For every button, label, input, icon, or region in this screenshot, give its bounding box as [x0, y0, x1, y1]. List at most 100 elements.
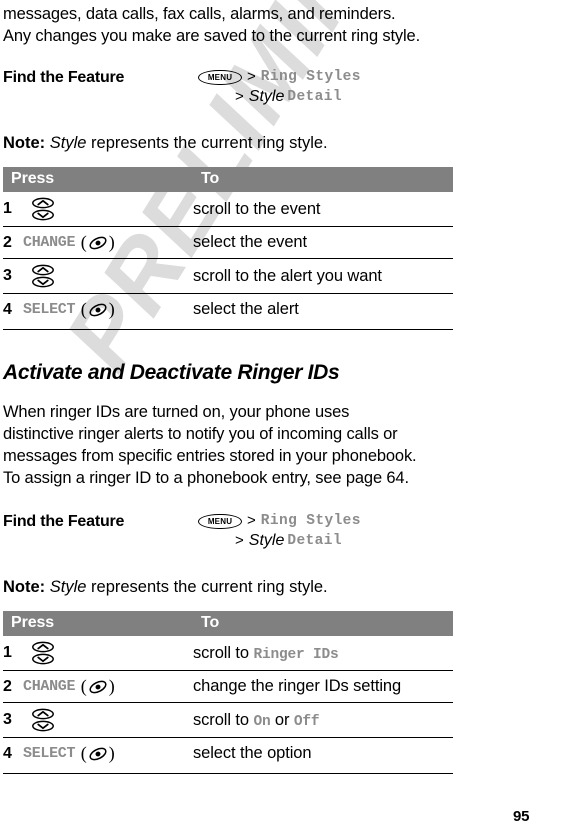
step-number: 4 — [3, 300, 12, 318]
find-the-feature-block-1: Find the Feature MENU > Ring Styles > St… — [3, 67, 481, 107]
menu-path-item-style: Style — [248, 88, 285, 105]
paren-close: ) — [108, 299, 115, 319]
to-cell: scroll to On or Off — [193, 702, 453, 738]
paren-open: ( — [76, 676, 87, 696]
menu-path-line-2: > Style Detail — [198, 531, 481, 551]
press-cell: 1 — [3, 192, 193, 227]
section-paragraph-line-1: When ringer IDs are turned on, your phon… — [3, 403, 350, 421]
path-separator: > — [235, 88, 244, 105]
chapter-sidebar: Ring Styles — [481, 0, 581, 838]
press-cell: 2 CHANGE ( ) — [3, 670, 193, 703]
table-row: 2 CHANGE ( ) — [3, 226, 453, 259]
column-header-press: Press — [3, 611, 193, 636]
table-header-row: Press To — [3, 611, 453, 636]
to-cell: select the event — [193, 226, 453, 259]
to-cell: scroll to Ringer IDs — [193, 636, 453, 671]
to-text: scroll to — [193, 643, 254, 662]
path-separator: > — [247, 512, 256, 529]
step-number: 4 — [3, 744, 12, 762]
table-bottom-rule — [3, 773, 453, 774]
menu-icon: MENU — [198, 513, 242, 529]
menu-path-item-ring-styles: Ring Styles — [260, 513, 361, 529]
note-rest: represents the current ring style. — [86, 578, 328, 596]
scroll-up-down-key-icon — [31, 196, 55, 222]
section-paragraph-line-2: distinctive ringer alerts to notify you … — [3, 425, 398, 443]
scroll-up-down-key-icon — [31, 707, 55, 733]
to-text: scroll to the alert you want — [193, 266, 382, 285]
to-text: select the event — [193, 233, 307, 251]
table-row: 4 SELECT ( ) — [3, 294, 453, 326]
soft-key-label: SELECT — [23, 745, 76, 762]
table-header-row: Press To — [3, 167, 453, 192]
note-1: Note: Style represents the current ring … — [3, 132, 481, 154]
table-bottom-rule — [3, 329, 453, 330]
to-text: scroll to — [193, 710, 254, 729]
section-paragraph-line-4: To assign a ringer ID to a phonebook ent… — [3, 469, 409, 487]
find-the-feature-label-1: Find the Feature — [3, 69, 125, 86]
path-separator: > — [235, 532, 244, 549]
menu-icon: MENU — [198, 69, 242, 85]
note-prefix: Note: — [3, 578, 46, 596]
to-mono-value: Ringer IDs — [253, 646, 339, 663]
step-number: 3 — [3, 711, 12, 728]
to-text: change the ringer IDs setting — [193, 677, 402, 695]
find-the-feature-path-1: MENU > Ring Styles > Style Detail — [198, 67, 481, 107]
steps-table-1: Press To 1 scroll to the event 2 CHANGE … — [3, 167, 453, 325]
step-number: 1 — [3, 644, 12, 661]
table-row: 3 scroll to the alert you want — [3, 258, 453, 294]
menu-path-line-1: MENU > Ring Styles — [198, 511, 481, 531]
to-cell: scroll to the alert you want — [193, 258, 453, 294]
step-number: 2 — [3, 677, 12, 695]
intro-line-1: messages, data calls, fax calls, alarms,… — [3, 5, 396, 23]
to-text: select the option — [193, 744, 312, 762]
to-cell: scroll to the event — [193, 192, 453, 227]
step-number: 2 — [3, 233, 12, 251]
soft-key-label: CHANGE — [23, 234, 76, 251]
section-heading: Activate and Deactivate Ringer IDs — [3, 361, 340, 384]
press-cell: 1 — [3, 636, 193, 671]
intro-line-2: Any changes you make are saved to the cu… — [3, 27, 421, 45]
press-cell: 3 — [3, 702, 193, 738]
paren-open: ( — [76, 743, 87, 763]
table-row: 1 scroll to the event — [3, 192, 453, 227]
menu-path-line-1: MENU > Ring Styles — [198, 67, 481, 87]
note-rest: represents the current ring style. — [86, 134, 328, 152]
soft-key-label: CHANGE — [23, 678, 76, 695]
column-header-to: To — [193, 611, 453, 636]
menu-path-item-style: Style — [248, 532, 285, 549]
note-prefix: Note: — [3, 134, 46, 152]
column-header-to: To — [193, 167, 453, 192]
menu-path-item-ring-styles: Ring Styles — [260, 69, 361, 85]
menu-path-item-detail: Detail — [287, 89, 342, 105]
section-paragraph: When ringer IDs are turned on, your phon… — [3, 401, 481, 489]
menu-path-line-2: > Style Detail — [198, 87, 481, 107]
scroll-up-down-key-icon — [31, 640, 55, 666]
find-the-feature-path-2: MENU > Ring Styles > Style Detail — [198, 511, 481, 551]
soft-key-label: SELECT — [23, 301, 76, 318]
to-mono-value-off: Off — [293, 713, 320, 730]
intro-paragraph: messages, data calls, fax calls, alarms,… — [3, 0, 481, 47]
note-italic-term: Style — [49, 134, 87, 152]
press-cell: 3 — [3, 258, 193, 294]
to-text: scroll to the event — [193, 199, 321, 218]
find-the-feature-label-2: Find the Feature — [3, 513, 125, 530]
to-text: select the alert — [193, 300, 299, 318]
soft-key-icon — [88, 745, 108, 763]
paren-open: ( — [76, 232, 87, 252]
step-number: 3 — [3, 267, 12, 284]
table-row: 4 SELECT ( ) — [3, 738, 453, 770]
menu-path-item-detail: Detail — [287, 533, 342, 549]
soft-key-icon — [88, 678, 108, 696]
press-cell: 4 SELECT ( ) — [3, 294, 193, 326]
paren-close: ) — [108, 232, 115, 252]
section-paragraph-line-3: messages from specific entries stored in… — [3, 447, 417, 465]
table-row: 1 scroll to Ringer IDs — [3, 636, 453, 671]
paren-open: ( — [76, 299, 87, 319]
to-text-mid: or — [270, 710, 294, 729]
path-separator: > — [247, 68, 256, 85]
table-row: 3 scroll to On or Off — [3, 702, 453, 738]
to-cell: select the option — [193, 738, 453, 770]
paren-close: ) — [108, 676, 115, 696]
to-cell: change the ringer IDs setting — [193, 670, 453, 703]
soft-key-icon — [88, 301, 108, 319]
